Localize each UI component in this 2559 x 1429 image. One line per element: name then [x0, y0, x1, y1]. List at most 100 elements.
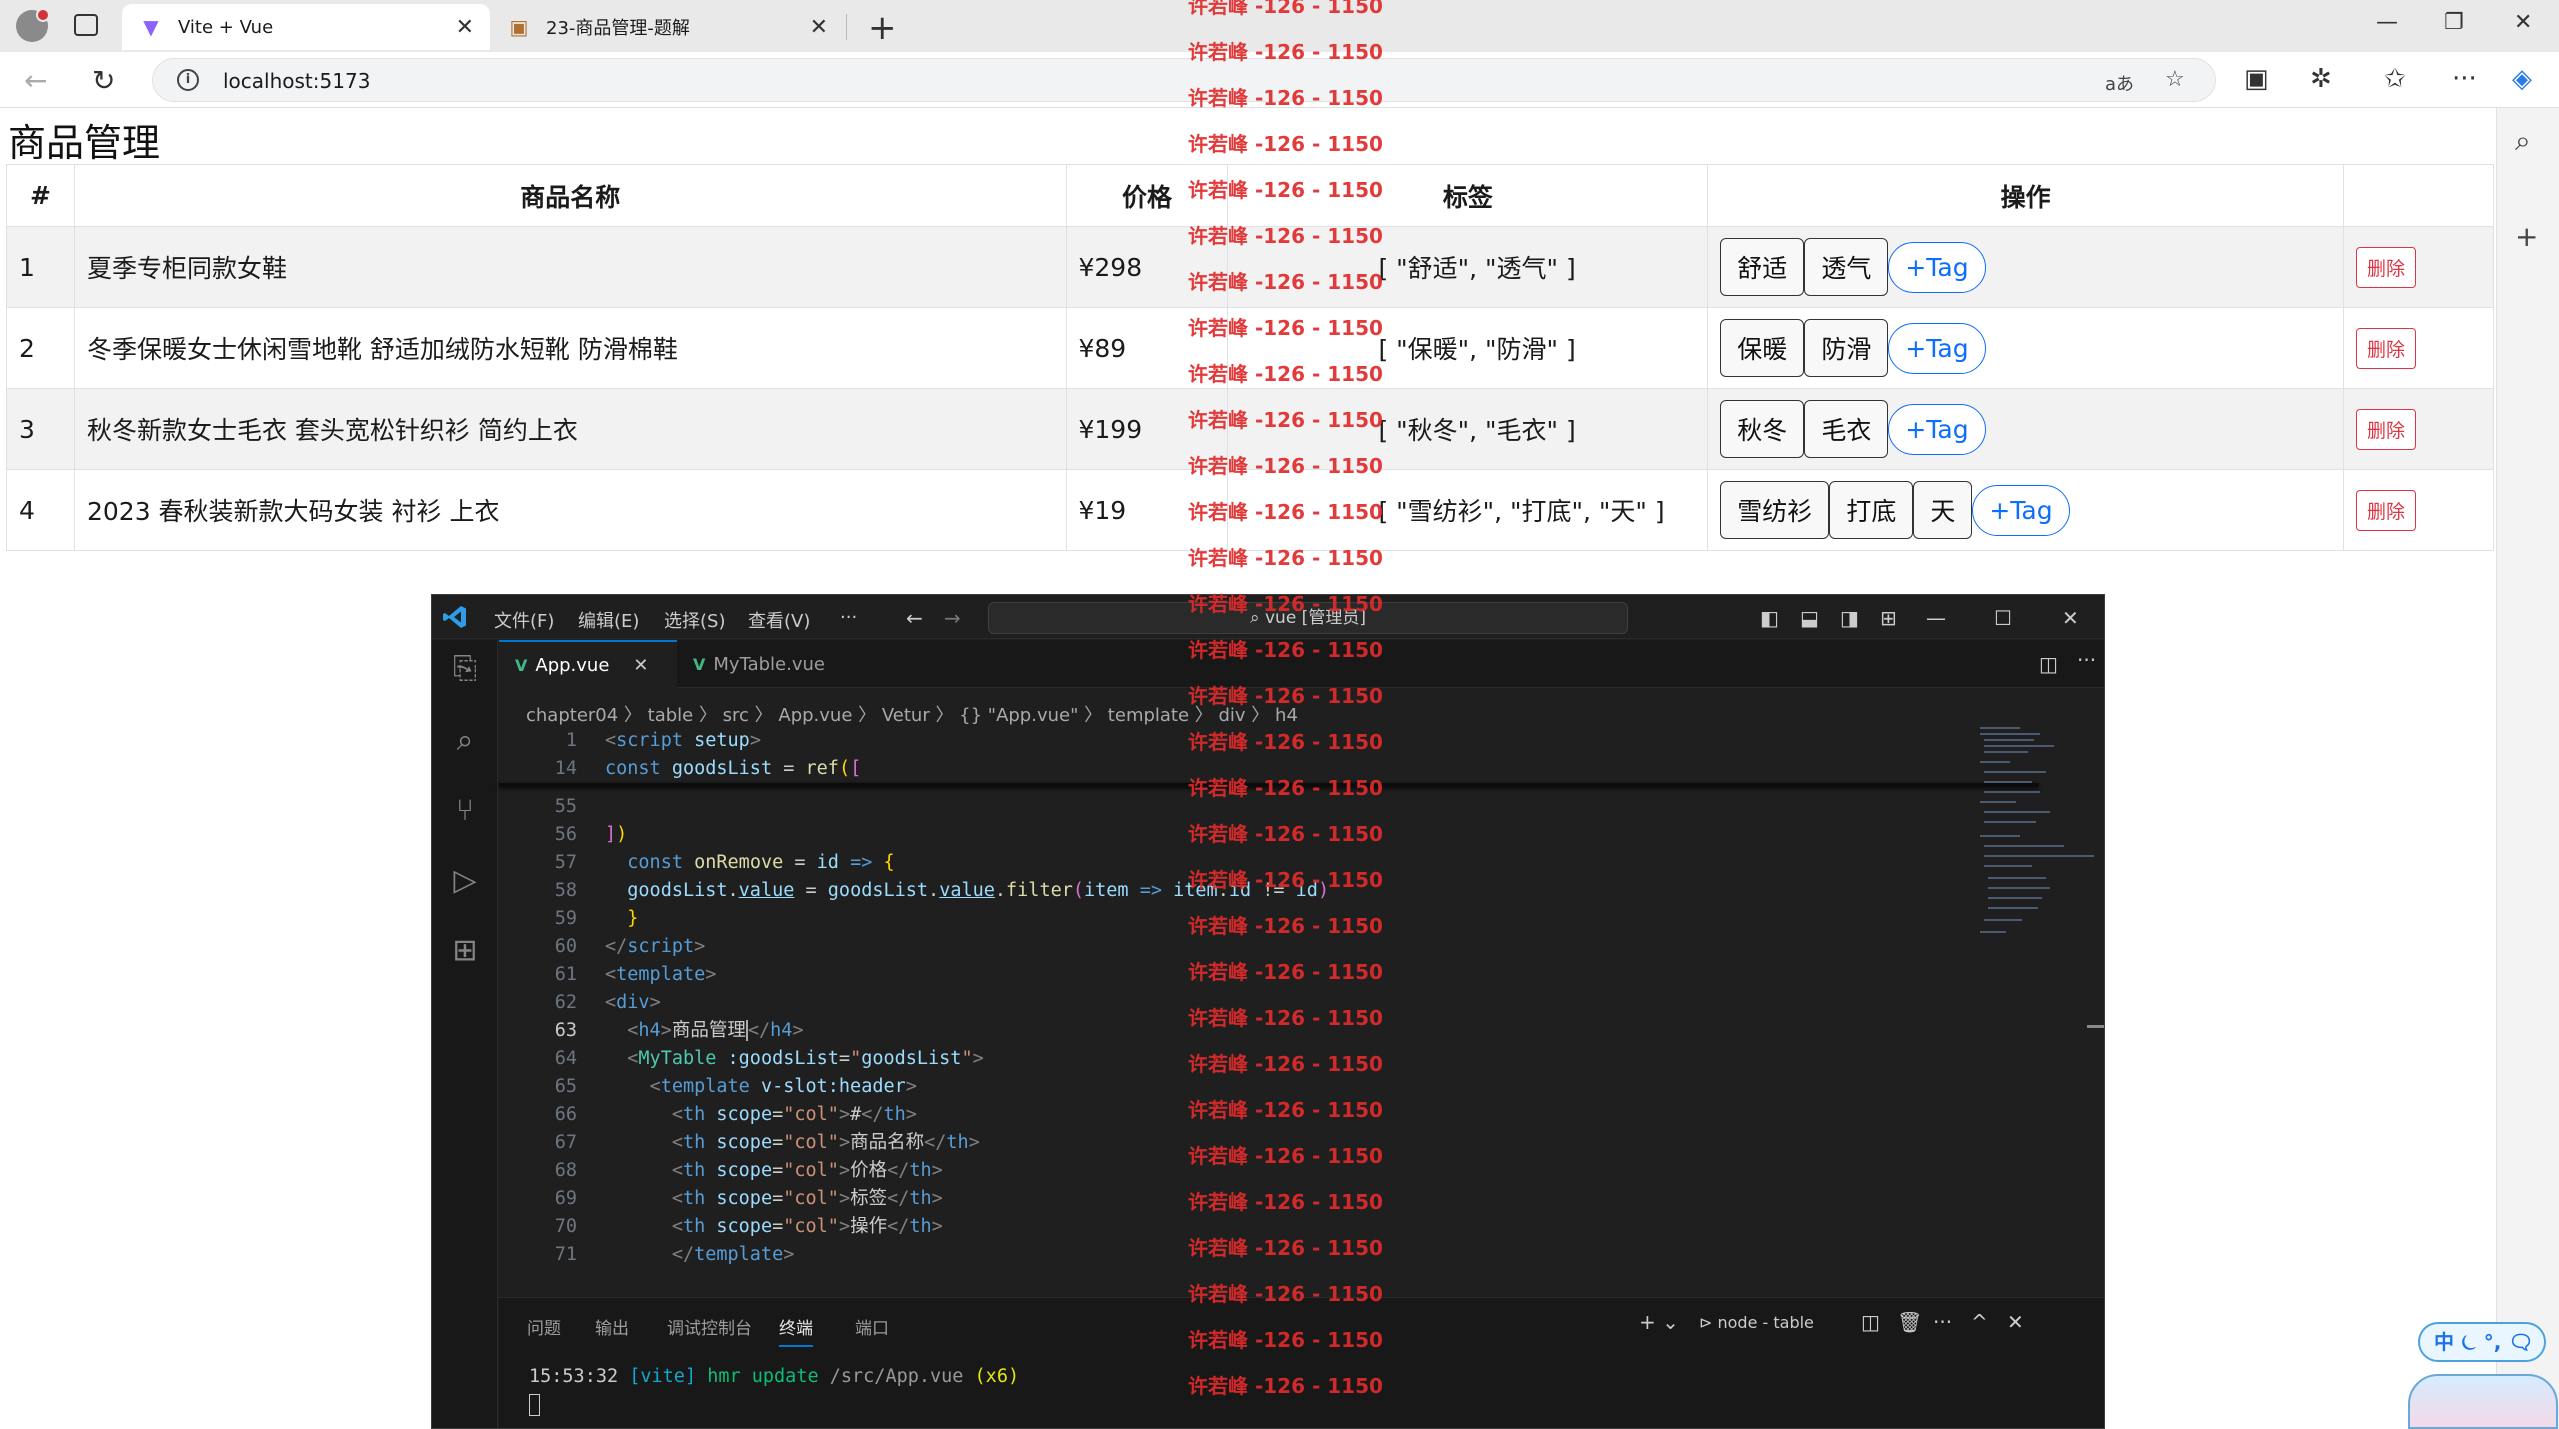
desktop-mascot-image: [2408, 1374, 2558, 1429]
panel-tab-problems[interactable]: 问题: [527, 1314, 561, 1339]
close-icon[interactable]: ✕: [2062, 606, 2079, 630]
address-bar[interactable]: i localhost:5173 aあ ☆: [152, 58, 2216, 102]
more-menu-icon[interactable]: ···: [2452, 64, 2477, 94]
toggle-panel-icon[interactable]: ⬓: [1800, 606, 1819, 630]
scrollbar-thumb[interactable]: [2087, 1025, 2104, 1028]
tag-button[interactable]: 舒适: [1720, 238, 1805, 296]
tag-button[interactable]: 天: [1913, 481, 1973, 539]
toggle-sidebar-icon[interactable]: ◧: [1760, 606, 1779, 630]
add-tag-button[interactable]: +Tag: [1972, 484, 2070, 536]
editor-more-icon[interactable]: ···: [2077, 648, 2096, 672]
row-id: 3: [6, 388, 75, 470]
row-id: 2: [6, 307, 75, 389]
delete-button[interactable]: 删除: [2356, 408, 2417, 450]
watermark-text: 许若峰 -126 - 1150: [1188, 224, 1383, 248]
tag-button[interactable]: 防滑: [1804, 319, 1889, 377]
add-tag-button[interactable]: +Tag: [1888, 322, 1986, 374]
ime-toolbar[interactable]: 中 ⏾ °, 🗨: [2418, 1322, 2546, 1362]
terminal-name: node - table: [1717, 1313, 1814, 1332]
minimize-icon[interactable]: —: [2376, 10, 2398, 35]
maximize-panel-icon[interactable]: ^: [1971, 1310, 1988, 1334]
close-tab-icon[interactable]: ✕: [456, 15, 474, 40]
tag-button[interactable]: 毛衣: [1804, 400, 1889, 458]
tab-mytable-vue[interactable]: V MyTable.vue: [677, 640, 857, 688]
menu-view[interactable]: 查看(V): [748, 607, 810, 633]
menu-edit[interactable]: 编辑(E): [578, 607, 639, 633]
terminal-output[interactable]: 15:53:32 [vite] hmr update /src/App.vue …: [529, 1366, 1019, 1387]
panel-tab-ports[interactable]: 端口: [855, 1314, 889, 1339]
toggle-secondary-sidebar-icon[interactable]: ◨: [1840, 606, 1859, 630]
close-panel-icon[interactable]: ✕: [2007, 1310, 2024, 1334]
delete-button[interactable]: 删除: [2356, 246, 2417, 288]
refresh-icon[interactable]: ↻: [92, 64, 115, 97]
vue-file-icon: V: [693, 654, 706, 674]
search-icon[interactable]: ⌕: [2515, 124, 2531, 158]
browser-tab-solution[interactable]: ▣ 23-商品管理-题解 ✕: [490, 4, 844, 50]
extensions-icon[interactable]: ⊞: [448, 934, 482, 968]
extensions-puzzle-icon[interactable]: ✲: [2310, 64, 2332, 94]
panel-more-icon[interactable]: ···: [1933, 1310, 1952, 1334]
row-tag-editor: 保暖 防滑 +Tag: [1707, 307, 2345, 389]
run-debug-icon[interactable]: ▷: [448, 864, 482, 898]
tab-actions-icon[interactable]: [74, 14, 98, 36]
row-actions: 删除: [2343, 226, 2494, 308]
row-actions: 删除: [2343, 469, 2494, 551]
tag-button[interactable]: 雪纺衫: [1720, 481, 1830, 539]
delete-button[interactable]: 删除: [2356, 489, 2417, 531]
watermark-text: 许若峰 -126 - 1150: [1188, 868, 1383, 892]
browser-tab-vite[interactable]: ▼ Vite + Vue ✕: [122, 4, 490, 50]
tab-title: 23-商品管理-题解: [546, 18, 690, 39]
watermark-text: 许若峰 -126 - 1150: [1188, 316, 1383, 340]
row-id: 4: [6, 469, 75, 551]
explorer-icon[interactable]: ⎘: [448, 652, 482, 686]
watermark-text: 许若峰 -126 - 1150: [1188, 776, 1383, 800]
tab-app-vue[interactable]: V App.vue ✕: [499, 640, 677, 688]
site-info-icon[interactable]: i: [177, 69, 199, 91]
new-terminal-icon[interactable]: + ⌄: [1639, 1310, 1679, 1334]
add-tag-button[interactable]: +Tag: [1888, 241, 1986, 293]
close-window-icon[interactable]: ✕: [2514, 10, 2532, 35]
menu-selection[interactable]: 选择(S): [664, 607, 725, 633]
maximize-icon[interactable]: ☐: [1994, 606, 2012, 630]
watermark-text: 许若峰 -126 - 1150: [1188, 1098, 1383, 1122]
back-icon[interactable]: ←: [24, 64, 47, 97]
customize-layout-icon[interactable]: ⊞: [1880, 606, 1897, 630]
terminal-count: (x6): [974, 1366, 1020, 1387]
favorite-star-icon[interactable]: ☆: [2165, 67, 2185, 92]
nav-forward-icon[interactable]: →: [944, 606, 961, 630]
split-terminal-icon[interactable]: ◫: [1861, 1310, 1880, 1334]
search-icon[interactable]: ⌕: [448, 724, 482, 758]
add-sidebar-icon[interactable]: +: [2515, 220, 2538, 253]
minimap[interactable]: [1972, 727, 2094, 947]
split-editor-icon[interactable]: ◫: [2039, 652, 2058, 676]
delete-button[interactable]: 删除: [2356, 327, 2417, 369]
nav-back-icon[interactable]: ←: [906, 606, 923, 630]
extension-app-icon[interactable]: ▣: [2244, 64, 2269, 94]
close-tab-icon[interactable]: ✕: [633, 655, 648, 676]
browser-sidebar: ⌕ +: [2496, 108, 2559, 1429]
tag-button[interactable]: 打底: [1829, 481, 1914, 539]
close-tab-icon[interactable]: ✕: [810, 15, 828, 40]
watermark-text: 许若峰 -126 - 1150: [1188, 408, 1383, 432]
breadcrumb[interactable]: chapter04 〉 table 〉 src 〉 App.vue 〉 Vetu…: [526, 701, 1298, 727]
favorites-icon[interactable]: ✩: [2384, 64, 2406, 94]
kill-terminal-icon[interactable]: 🗑: [1897, 1310, 1922, 1334]
minimize-icon[interactable]: —: [1926, 606, 1946, 630]
menu-file[interactable]: 文件(F): [494, 607, 554, 633]
panel-tab-terminal[interactable]: 终端: [779, 1314, 813, 1347]
tag-button[interactable]: 秋冬: [1720, 400, 1805, 458]
panel-tab-debug-console[interactable]: 调试控制台: [667, 1314, 752, 1339]
terminal-instance[interactable]: ⊳ node - table: [1699, 1313, 1814, 1332]
row-tag-editor: 雪纺衫 打底天 +Tag: [1707, 469, 2345, 551]
restore-icon[interactable]: ❐: [2444, 10, 2464, 35]
add-tag-button[interactable]: +Tag: [1888, 403, 1986, 455]
copilot-icon[interactable]: ◈: [2512, 64, 2532, 94]
new-tab-icon[interactable]: +: [868, 8, 897, 48]
source-control-icon[interactable]: ⑂: [448, 794, 482, 828]
panel-tab-output[interactable]: 输出: [595, 1314, 629, 1339]
menu-more[interactable]: ···: [840, 607, 857, 628]
read-aloud-icon[interactable]: aあ: [2105, 70, 2134, 96]
tag-button[interactable]: 透气: [1804, 238, 1889, 296]
tag-button[interactable]: 保暖: [1720, 319, 1805, 377]
profile-avatar[interactable]: [16, 8, 50, 42]
